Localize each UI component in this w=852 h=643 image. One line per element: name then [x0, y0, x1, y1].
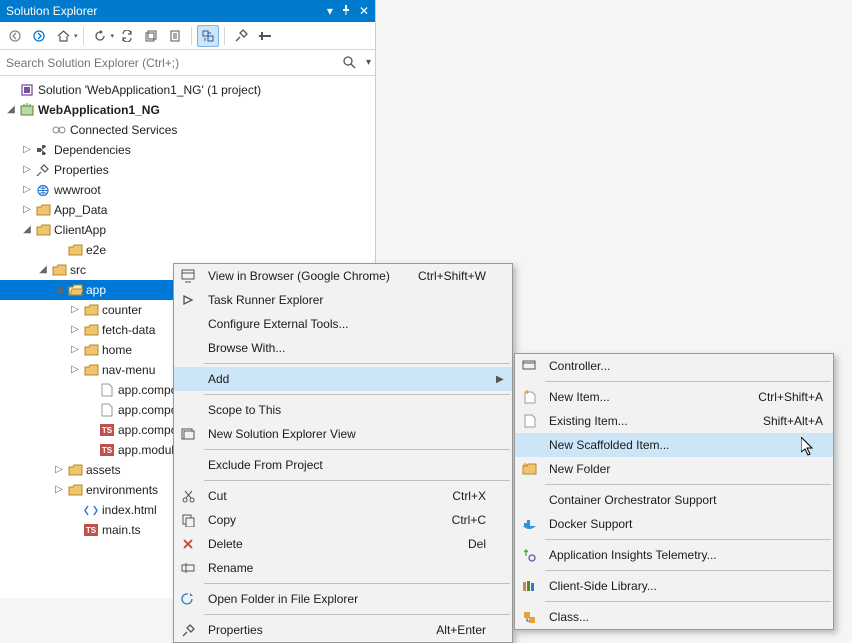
- folder-icon: [66, 464, 84, 476]
- solution-node[interactable]: Solution 'WebApplication1_NG' (1 project…: [0, 80, 375, 100]
- close-icon[interactable]: ✕: [359, 4, 369, 18]
- menu-delete[interactable]: DeleteDel: [174, 532, 512, 556]
- menu-rename[interactable]: Rename: [174, 556, 512, 580]
- window-buttons: ▾ ✕: [327, 4, 369, 18]
- tree-item[interactable]: ▷App_Data: [0, 200, 375, 220]
- menu-client-lib[interactable]: Client-Side Library...: [515, 574, 833, 598]
- chevron-down-icon[interactable]: ▾: [362, 57, 375, 68]
- delete-icon: [174, 538, 202, 550]
- search-icon[interactable]: [338, 56, 362, 69]
- menu-app-insights[interactable]: Application Insights Telemetry...: [515, 543, 833, 567]
- open-folder-icon: [174, 592, 202, 606]
- properties-button[interactable]: [230, 25, 252, 47]
- tree-item[interactable]: ▷Properties: [0, 160, 375, 180]
- docker-icon: [515, 519, 543, 530]
- title-bar: Solution Explorer ▾ ✕: [0, 0, 375, 22]
- back-button[interactable]: [4, 25, 26, 47]
- new-folder-icon: [515, 463, 543, 475]
- menu-add[interactable]: Add▶: [174, 367, 512, 391]
- folder-icon: [34, 204, 52, 216]
- folder-icon: [50, 264, 68, 276]
- menu-exclude[interactable]: Exclude From Project: [174, 453, 512, 477]
- pin-icon[interactable]: [341, 4, 351, 18]
- file-icon: [98, 403, 116, 417]
- menu-controller[interactable]: Controller...: [515, 354, 833, 378]
- cut-icon: [174, 490, 202, 503]
- menu-new-scaffolded[interactable]: New Scaffolded Item...: [515, 433, 833, 457]
- menu-new-folder[interactable]: New Folder: [515, 457, 833, 481]
- dropdown-icon[interactable]: ▾: [327, 4, 333, 18]
- tree-item[interactable]: ▷wwwroot: [0, 180, 375, 200]
- folder-icon: [34, 224, 52, 236]
- refresh-button[interactable]: [89, 25, 111, 47]
- menu-view-in-browser[interactable]: View in Browser (Google Chrome)Ctrl+Shif…: [174, 264, 512, 288]
- class-icon: [515, 611, 543, 624]
- collapse-all-button[interactable]: [140, 25, 162, 47]
- menu-existing-item[interactable]: Existing Item...Shift+Alt+A: [515, 409, 833, 433]
- project-node[interactable]: ◢WebApplication1_NG: [0, 100, 375, 120]
- folder-icon: [66, 244, 84, 256]
- chevron-down-icon[interactable]: ▾: [74, 32, 78, 40]
- tree-item[interactable]: ▷Dependencies: [0, 140, 375, 160]
- html-file-icon: [82, 504, 100, 517]
- panel-title: Solution Explorer: [6, 4, 97, 18]
- folder-icon: [66, 484, 84, 496]
- menu-new-se-view[interactable]: New Solution Explorer View: [174, 422, 512, 446]
- menu-cut[interactable]: CutCtrl+X: [174, 484, 512, 508]
- menu-copy[interactable]: CopyCtrl+C: [174, 508, 512, 532]
- app-insights-icon: [515, 549, 543, 562]
- folder-icon: [82, 324, 100, 336]
- tree-item[interactable]: Connected Services: [0, 120, 375, 140]
- sync-button[interactable]: [116, 25, 138, 47]
- folder-icon: [82, 344, 100, 356]
- settings-icon[interactable]: [254, 25, 276, 47]
- chevron-down-icon[interactable]: ▾: [111, 32, 115, 40]
- toolbar: ▾ ▾: [0, 22, 375, 50]
- menu-open-folder[interactable]: Open Folder in File Explorer: [174, 587, 512, 611]
- preview-toggle[interactable]: [197, 25, 219, 47]
- forward-button[interactable]: [28, 25, 50, 47]
- copy-icon: [174, 514, 202, 527]
- add-submenu: Controller... New Item...Ctrl+Shift+A Ex…: [514, 353, 834, 630]
- home-button[interactable]: [52, 25, 74, 47]
- tree-item[interactable]: ◢ClientApp: [0, 220, 375, 240]
- folder-icon: [82, 364, 100, 376]
- menu-container[interactable]: Container Orchestrator Support: [515, 488, 833, 512]
- menu-docker[interactable]: Docker Support: [515, 512, 833, 536]
- menu-new-item[interactable]: New Item...Ctrl+Shift+A: [515, 385, 833, 409]
- menu-config-tools[interactable]: Configure External Tools...: [174, 312, 512, 336]
- ts-file-icon: TS: [82, 524, 100, 536]
- menu-class[interactable]: Class...: [515, 605, 833, 629]
- context-menu: View in Browser (Google Chrome)Ctrl+Shif…: [173, 263, 513, 643]
- ts-file-icon: TS: [98, 444, 116, 456]
- menu-task-runner[interactable]: Task Runner Explorer: [174, 288, 512, 312]
- wrench-icon: [174, 624, 202, 637]
- menu-browse-with[interactable]: Browse With...: [174, 336, 512, 360]
- show-all-button[interactable]: [164, 25, 186, 47]
- search-input[interactable]: [0, 50, 338, 75]
- tree-item[interactable]: e2e: [0, 240, 375, 260]
- menu-scope[interactable]: Scope to This: [174, 398, 512, 422]
- library-icon: [515, 580, 543, 592]
- search-row: ▾: [0, 50, 375, 76]
- rename-icon: [174, 563, 202, 573]
- file-icon: [98, 383, 116, 397]
- folder-icon: [82, 304, 100, 316]
- menu-properties[interactable]: PropertiesAlt+Enter: [174, 618, 512, 642]
- ts-file-icon: TS: [98, 424, 116, 436]
- folder-open-icon: [66, 284, 84, 296]
